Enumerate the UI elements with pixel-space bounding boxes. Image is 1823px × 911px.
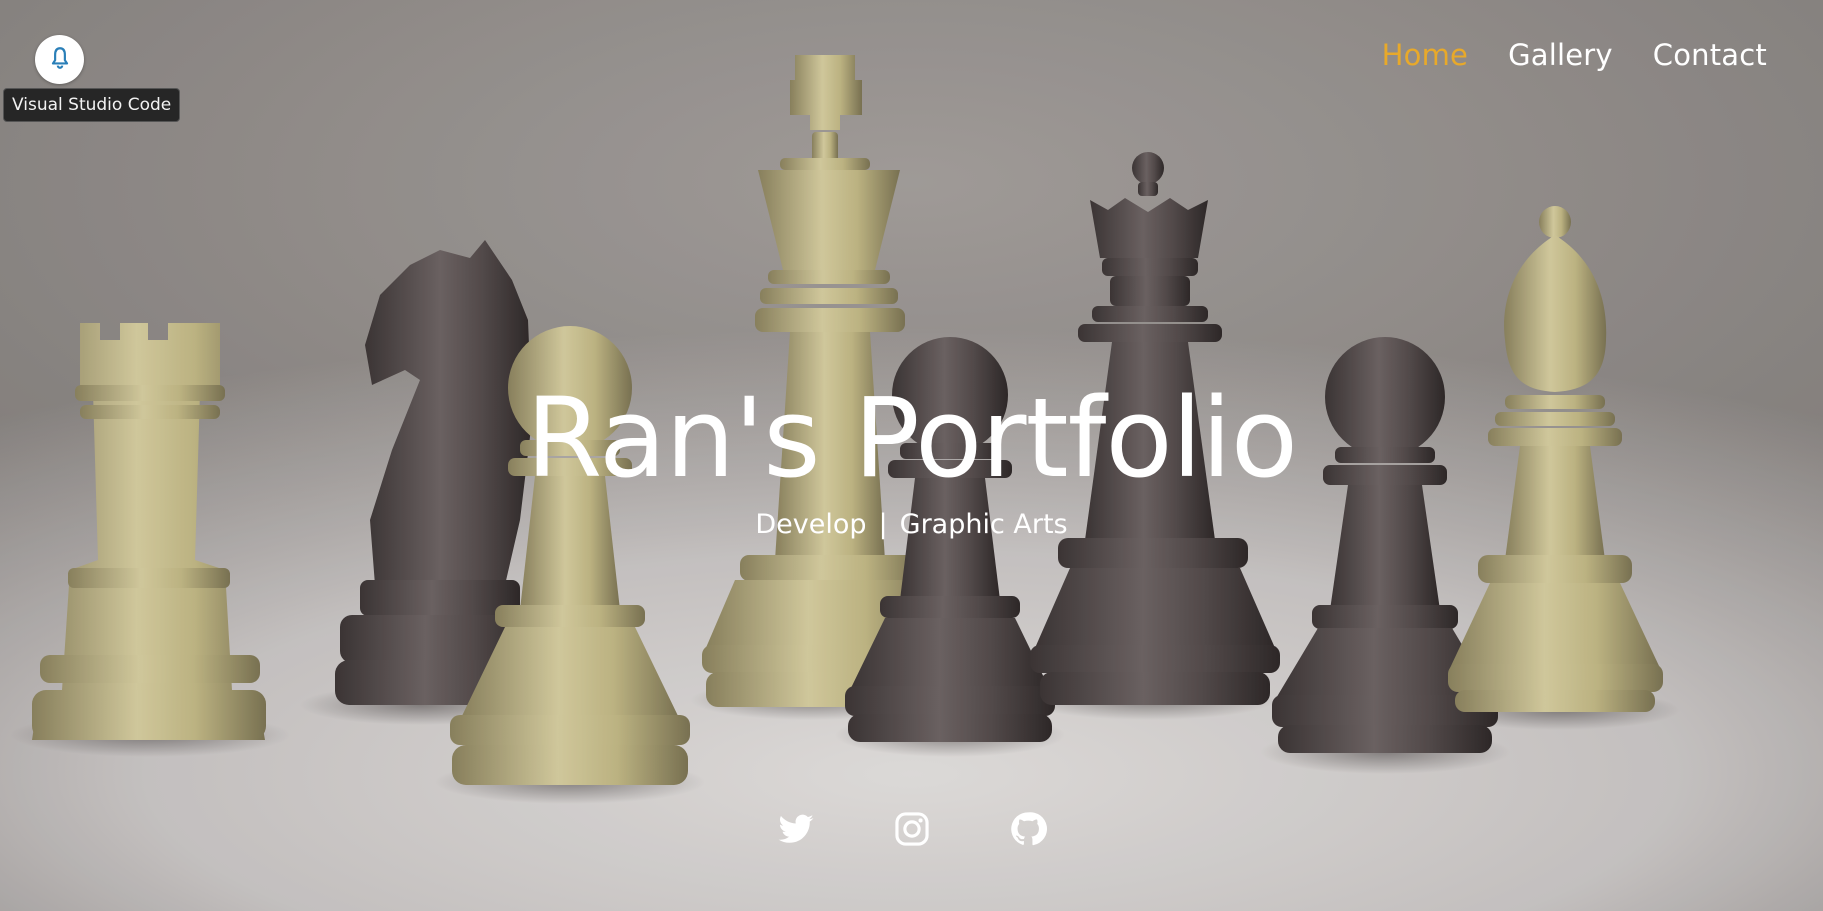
hero-subtitle: Develop | Graphic Arts	[0, 509, 1823, 540]
nav-contact-link[interactable]: Contact	[1653, 38, 1767, 72]
nav-gallery-link[interactable]: Gallery	[1508, 38, 1613, 72]
social-links	[0, 810, 1823, 848]
top-navigation: Home Gallery Contact	[1382, 38, 1767, 72]
nav-home-link[interactable]: Home	[1382, 38, 1468, 72]
subtitle-develop: Develop	[755, 509, 867, 540]
page-title: Ran's Portfolio	[525, 374, 1298, 502]
launcher-tooltip: Visual Studio Code	[3, 88, 181, 122]
twitter-link[interactable]	[777, 810, 815, 848]
app-launcher-button[interactable]	[35, 35, 84, 84]
instagram-link[interactable]	[893, 810, 931, 848]
subtitle-separator: |	[878, 509, 888, 540]
twitter-icon	[777, 810, 815, 848]
github-link[interactable]	[1009, 810, 1047, 848]
instagram-icon	[893, 810, 931, 848]
subtitle-graphic-arts: Graphic Arts	[899, 509, 1068, 540]
github-icon	[1009, 810, 1047, 848]
bell-icon	[47, 45, 73, 75]
portfolio-page: Visual Studio Code Home Gallery Contact …	[0, 0, 1823, 911]
